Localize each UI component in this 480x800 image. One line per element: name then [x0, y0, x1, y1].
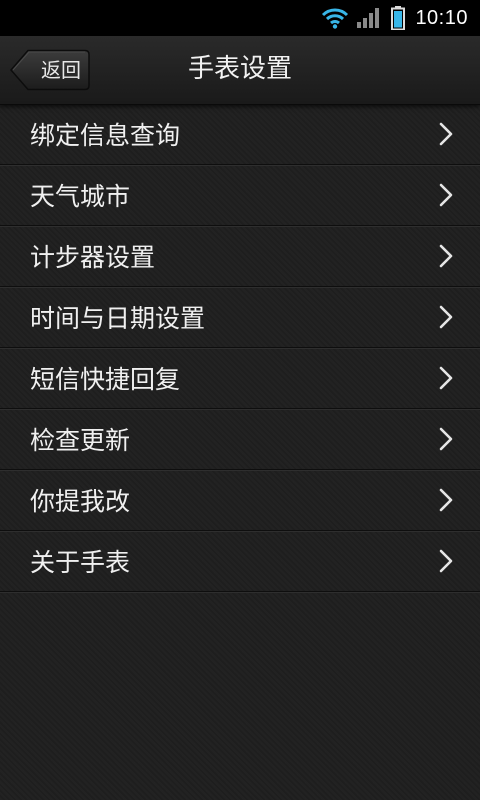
menu-item-label: 时间与日期设置: [30, 304, 206, 333]
menu-item-check-update[interactable]: 检查更新: [0, 409, 480, 470]
settings-menu-list: 绑定信息查询 天气城市 计步器设置 时间与日期设置 短信快捷回复 检查更新 你提…: [0, 104, 480, 592]
status-bar: 10:10: [0, 0, 480, 36]
menu-item-time-date-settings[interactable]: 时间与日期设置: [0, 287, 480, 348]
menu-item-binding-info[interactable]: 绑定信息查询: [0, 104, 480, 165]
back-button-label: 返回: [41, 58, 81, 82]
menu-item-feedback[interactable]: 你提我改: [0, 470, 480, 531]
wifi-icon: [322, 8, 349, 29]
status-clock: 10:10: [415, 6, 468, 29]
title-bar: 返回 手表设置: [0, 36, 480, 105]
chevron-right-icon: [439, 488, 453, 512]
menu-item-label: 短信快捷回复: [30, 365, 181, 394]
menu-item-label: 关于手表: [30, 548, 131, 577]
menu-item-weather-city[interactable]: 天气城市: [0, 165, 480, 226]
chevron-right-icon: [439, 366, 453, 390]
chevron-right-icon: [439, 122, 453, 146]
battery-icon: [391, 6, 406, 30]
menu-item-label: 检查更新: [30, 426, 131, 455]
menu-item-label: 计步器设置: [30, 243, 156, 272]
menu-item-sms-quick-reply[interactable]: 短信快捷回复: [0, 348, 480, 409]
chevron-right-icon: [439, 549, 453, 573]
menu-item-label: 天气城市: [30, 182, 131, 211]
menu-item-about-watch[interactable]: 关于手表: [0, 531, 480, 592]
signal-icon: [357, 8, 380, 28]
menu-item-label: 你提我改: [30, 487, 131, 516]
menu-item-label: 绑定信息查询: [30, 121, 181, 150]
menu-item-pedometer-settings[interactable]: 计步器设置: [0, 226, 480, 287]
chevron-right-icon: [439, 427, 453, 451]
chevron-right-icon: [439, 305, 453, 329]
back-button[interactable]: 返回: [10, 49, 90, 91]
watch-settings-screen: 10:10 返回 手表设置 绑定信息查询 天气城市 计步器设置 时间与日期设置 …: [0, 0, 480, 800]
chevron-right-icon: [439, 244, 453, 268]
chevron-right-icon: [439, 183, 453, 207]
